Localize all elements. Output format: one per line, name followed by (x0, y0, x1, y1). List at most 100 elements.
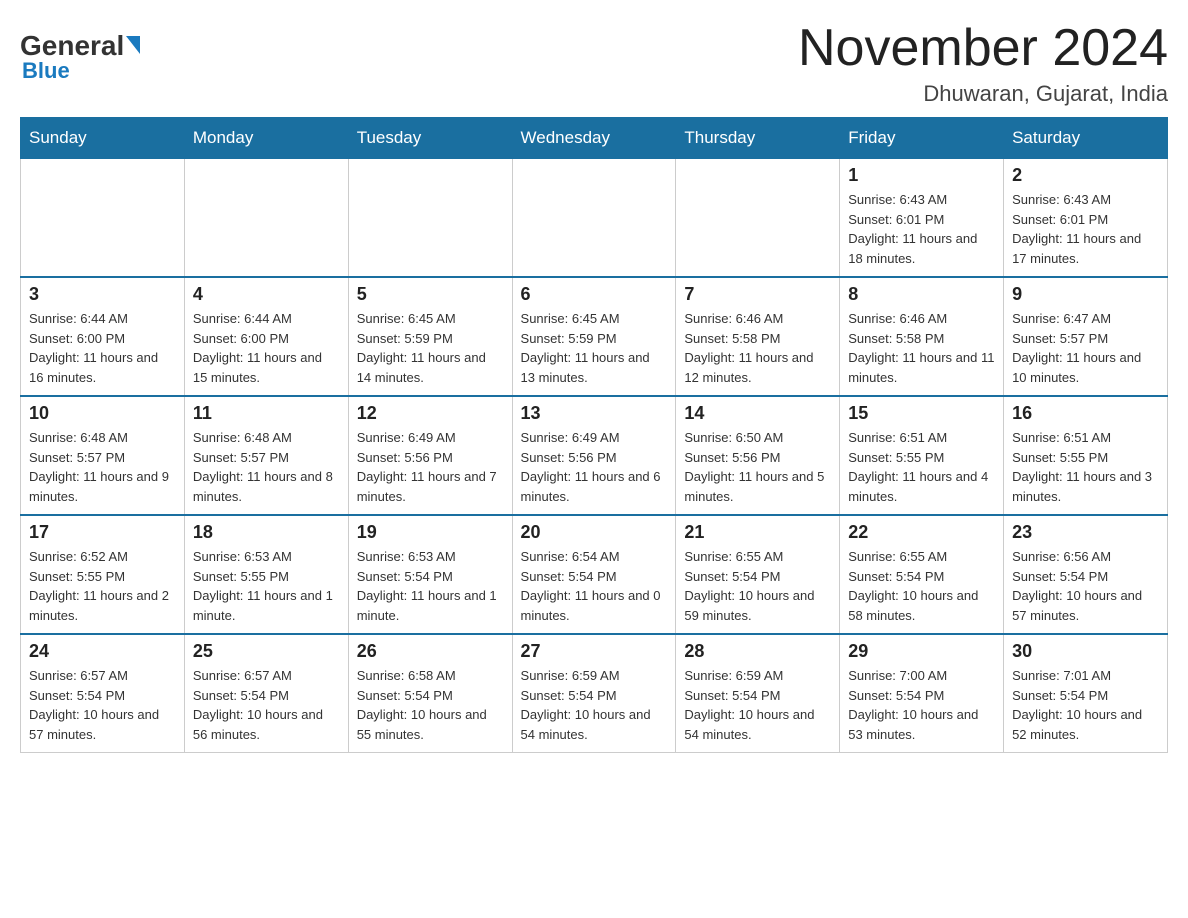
table-row: 6Sunrise: 6:45 AMSunset: 5:59 PMDaylight… (512, 277, 676, 396)
table-row: 30Sunrise: 7:01 AMSunset: 5:54 PMDayligh… (1004, 634, 1168, 753)
day-number: 1 (848, 165, 995, 186)
table-row (184, 159, 348, 278)
day-number: 28 (684, 641, 831, 662)
day-number: 23 (1012, 522, 1159, 543)
table-row: 4 Sunrise: 6:44 AMSunset: 6:00 PMDaylight… (184, 277, 348, 396)
day-info: Sunrise: 6:44 AMSunset: 6:00 PMDaylight:… (29, 309, 176, 387)
table-row: 25 Sunrise: 6:57 AMSunset: 5:54 PMDayligh… (184, 634, 348, 753)
col-sunday: Sunday (21, 118, 185, 159)
calendar-table: Sunday Monday Tuesday Wednesday Thursday… (20, 117, 1168, 753)
day-number: 10 (29, 403, 176, 424)
table-row: 12 Sunrise: 6:49 AMSunset: 5:56 PMDayligh… (348, 396, 512, 515)
day-info: Sunrise: 6:46 AMSunset: 5:58 PMDaylight:… (848, 309, 995, 387)
day-info: Sunrise: 7:01 AMSunset: 5:54 PMDaylight:… (1012, 666, 1159, 744)
calendar-week-row: 3 Sunrise: 6:44 AMSunset: 6:00 PMDaylight… (21, 277, 1168, 396)
page-header: General Blue November 2024 Dhuwaran, Guj… (20, 20, 1168, 107)
day-number: 13 (521, 403, 668, 424)
day-info: Sunrise: 6:53 AMSunset: 5:54 PMDaylight:… (357, 547, 504, 625)
day-number: 27 (521, 641, 668, 662)
logo: General Blue (20, 20, 140, 84)
day-number: 8 (848, 284, 995, 305)
table-row (676, 159, 840, 278)
table-row: 29 Sunrise: 7:00 AMSunset: 5:54 PMDayligh… (840, 634, 1004, 753)
day-number: 15 (848, 403, 995, 424)
day-number: 22 (848, 522, 995, 543)
table-row: 18 Sunrise: 6:53 AMSunset: 5:55 PMDayligh… (184, 515, 348, 634)
table-row: 22 Sunrise: 6:55 AMSunset: 5:54 PMDayligh… (840, 515, 1004, 634)
day-info: Sunrise: 6:53 AMSunset: 5:55 PMDaylight:… (193, 547, 340, 625)
day-number: 20 (521, 522, 668, 543)
table-row: 3 Sunrise: 6:44 AMSunset: 6:00 PMDaylight… (21, 277, 185, 396)
table-row: 21 Sunrise: 6:55 AMSunset: 5:54 PMDayligh… (676, 515, 840, 634)
day-number: 24 (29, 641, 176, 662)
day-number: 11 (193, 403, 340, 424)
table-row: 8 Sunrise: 6:46 AMSunset: 5:58 PMDaylight… (840, 277, 1004, 396)
table-row: 19 Sunrise: 6:53 AMSunset: 5:54 PMDayligh… (348, 515, 512, 634)
day-info: Sunrise: 6:44 AMSunset: 6:00 PMDaylight:… (193, 309, 340, 387)
day-info: Sunrise: 6:55 AMSunset: 5:54 PMDaylight:… (848, 547, 995, 625)
table-row: 1Sunrise: 6:43 AMSunset: 6:01 PMDaylight… (840, 159, 1004, 278)
day-number: 21 (684, 522, 831, 543)
col-monday: Monday (184, 118, 348, 159)
day-number: 3 (29, 284, 176, 305)
table-row: 27Sunrise: 6:59 AMSunset: 5:54 PMDayligh… (512, 634, 676, 753)
table-row: 24 Sunrise: 6:57 AMSunset: 5:54 PMDayligh… (21, 634, 185, 753)
day-number: 29 (848, 641, 995, 662)
day-info: Sunrise: 6:46 AMSunset: 5:58 PMDaylight:… (684, 309, 831, 387)
day-number: 26 (357, 641, 504, 662)
day-info: Sunrise: 6:51 AMSunset: 5:55 PMDaylight:… (848, 428, 995, 506)
day-number: 18 (193, 522, 340, 543)
day-number: 4 (193, 284, 340, 305)
table-row: 10 Sunrise: 6:48 AMSunset: 5:57 PMDayligh… (21, 396, 185, 515)
calendar-header-row: Sunday Monday Tuesday Wednesday Thursday… (21, 118, 1168, 159)
logo-arrow-icon (126, 36, 140, 54)
col-thursday: Thursday (676, 118, 840, 159)
day-number: 17 (29, 522, 176, 543)
day-info: Sunrise: 6:51 AMSunset: 5:55 PMDaylight:… (1012, 428, 1159, 506)
day-info: Sunrise: 6:58 AMSunset: 5:54 PMDaylight:… (357, 666, 504, 744)
calendar-week-row: 24 Sunrise: 6:57 AMSunset: 5:54 PMDayligh… (21, 634, 1168, 753)
day-info: Sunrise: 6:54 AMSunset: 5:54 PMDaylight:… (521, 547, 668, 625)
calendar-week-row: 1Sunrise: 6:43 AMSunset: 6:01 PMDaylight… (21, 159, 1168, 278)
table-row: 16Sunrise: 6:51 AMSunset: 5:55 PMDayligh… (1004, 396, 1168, 515)
table-row: 14 Sunrise: 6:50 AMSunset: 5:56 PMDayligh… (676, 396, 840, 515)
day-info: Sunrise: 6:49 AMSunset: 5:56 PMDaylight:… (521, 428, 668, 506)
day-number: 2 (1012, 165, 1159, 186)
day-info: Sunrise: 6:52 AMSunset: 5:55 PMDaylight:… (29, 547, 176, 625)
day-number: 19 (357, 522, 504, 543)
day-info: Sunrise: 6:57 AMSunset: 5:54 PMDaylight:… (193, 666, 340, 744)
calendar-week-row: 17 Sunrise: 6:52 AMSunset: 5:55 PMDayligh… (21, 515, 1168, 634)
day-number: 7 (684, 284, 831, 305)
table-row: 15 Sunrise: 6:51 AMSunset: 5:55 PMDayligh… (840, 396, 1004, 515)
day-number: 12 (357, 403, 504, 424)
table-row: 13 Sunrise: 6:49 AMSunset: 5:56 PMDayligh… (512, 396, 676, 515)
day-info: Sunrise: 6:59 AMSunset: 5:54 PMDaylight:… (684, 666, 831, 744)
day-info: Sunrise: 6:56 AMSunset: 5:54 PMDaylight:… (1012, 547, 1159, 625)
table-row (348, 159, 512, 278)
table-row: 20 Sunrise: 6:54 AMSunset: 5:54 PMDayligh… (512, 515, 676, 634)
day-info: Sunrise: 6:49 AMSunset: 5:56 PMDaylight:… (357, 428, 504, 506)
day-info: Sunrise: 6:50 AMSunset: 5:56 PMDaylight:… (684, 428, 831, 506)
day-info: Sunrise: 6:45 AMSunset: 5:59 PMDaylight:… (521, 309, 668, 387)
table-row: 26 Sunrise: 6:58 AMSunset: 5:54 PMDayligh… (348, 634, 512, 753)
table-row: 11Sunrise: 6:48 AMSunset: 5:57 PMDayligh… (184, 396, 348, 515)
title-block: November 2024 Dhuwaran, Gujarat, India (798, 20, 1168, 107)
table-row: 23 Sunrise: 6:56 AMSunset: 5:54 PMDayligh… (1004, 515, 1168, 634)
day-info: Sunrise: 7:00 AMSunset: 5:54 PMDaylight:… (848, 666, 995, 744)
day-info: Sunrise: 6:48 AMSunset: 5:57 PMDaylight:… (29, 428, 176, 506)
table-row: 5Sunrise: 6:45 AMSunset: 5:59 PMDaylight… (348, 277, 512, 396)
col-tuesday: Tuesday (348, 118, 512, 159)
day-number: 14 (684, 403, 831, 424)
table-row: 17 Sunrise: 6:52 AMSunset: 5:55 PMDayligh… (21, 515, 185, 634)
day-info: Sunrise: 6:55 AMSunset: 5:54 PMDaylight:… (684, 547, 831, 625)
calendar-week-row: 10 Sunrise: 6:48 AMSunset: 5:57 PMDayligh… (21, 396, 1168, 515)
day-info: Sunrise: 6:47 AMSunset: 5:57 PMDaylight:… (1012, 309, 1159, 387)
table-row: 9Sunrise: 6:47 AMSunset: 5:57 PMDaylight… (1004, 277, 1168, 396)
month-title: November 2024 (798, 20, 1168, 77)
table-row (512, 159, 676, 278)
day-info: Sunrise: 6:57 AMSunset: 5:54 PMDaylight:… (29, 666, 176, 744)
day-info: Sunrise: 6:45 AMSunset: 5:59 PMDaylight:… (357, 309, 504, 387)
day-number: 25 (193, 641, 340, 662)
location-title: Dhuwaran, Gujarat, India (798, 81, 1168, 107)
logo-blue-text: Blue (22, 58, 70, 84)
